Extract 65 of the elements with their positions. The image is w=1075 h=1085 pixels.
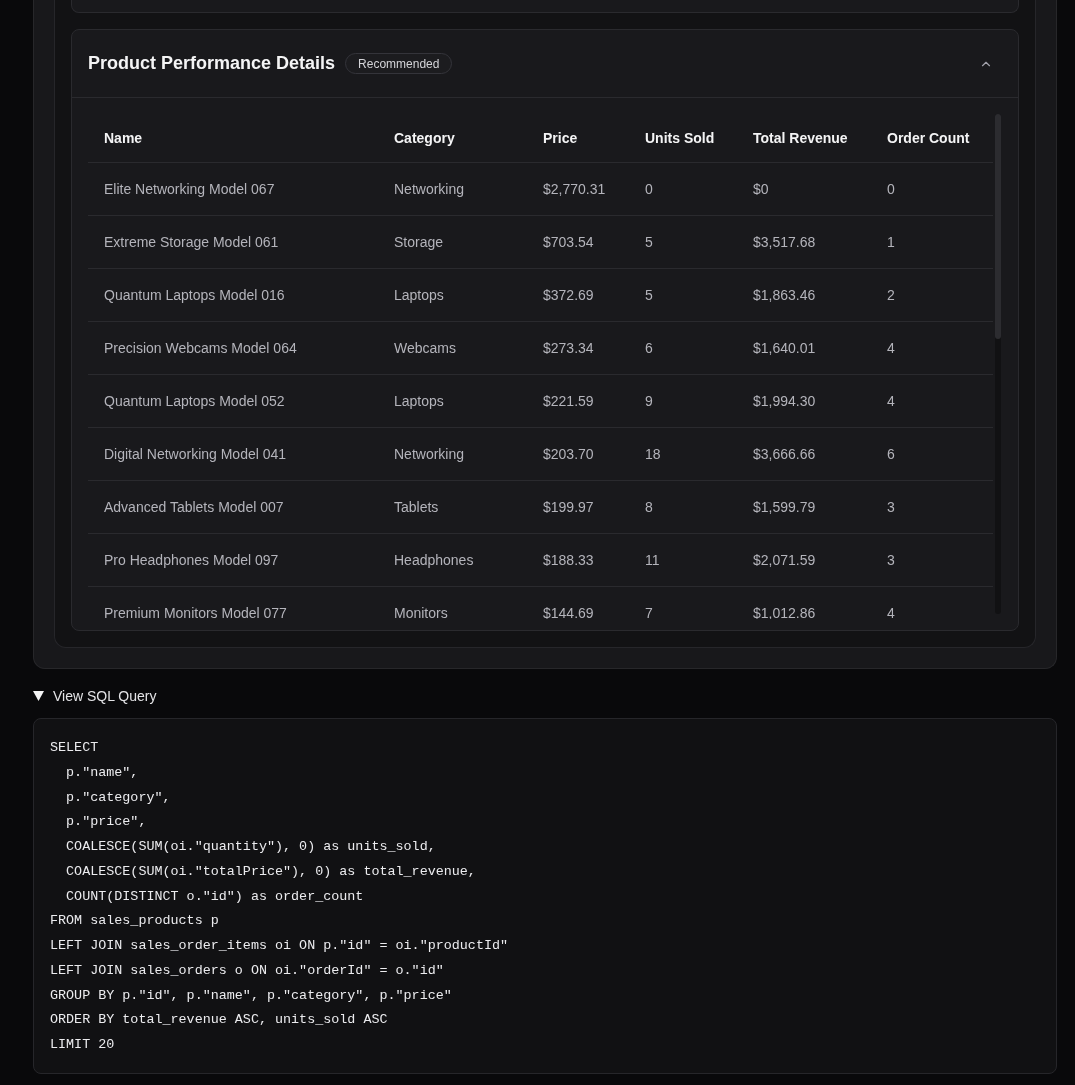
table-cell-text: 11 bbox=[644, 550, 661, 570]
table-cell-text: $188.33 bbox=[542, 550, 595, 570]
table-cell-text: 1 bbox=[886, 232, 896, 252]
table-cell-text: 6 bbox=[886, 444, 896, 464]
table-cell-text: 3 bbox=[886, 497, 896, 517]
table-cell-text: 6 bbox=[644, 338, 654, 358]
column-header: Price bbox=[542, 128, 579, 148]
table-cell-text: 0 bbox=[644, 179, 654, 199]
view-sql-query-toggle[interactable]: View SQL Query bbox=[33, 686, 157, 706]
table-cell-text: 0 bbox=[886, 179, 896, 199]
table-cell-text: 4 bbox=[886, 338, 896, 358]
table-cell-text: 9 bbox=[644, 391, 654, 411]
scrollbar-thumb[interactable] bbox=[995, 114, 1001, 339]
table-cell-text: Monitors bbox=[393, 603, 449, 619]
card-title: Product Performance Details bbox=[88, 52, 336, 75]
column-header: Category bbox=[393, 128, 456, 148]
table-cell-text: $144.69 bbox=[542, 603, 595, 619]
column-header: Order Count bbox=[886, 128, 971, 148]
table-cell-text: Quantum Laptops Model 052 bbox=[103, 391, 286, 411]
table-cell-text: $221.59 bbox=[542, 391, 595, 411]
table-cell-text: Laptops bbox=[393, 391, 445, 411]
table-cell-text: Extreme Storage Model 061 bbox=[103, 232, 280, 252]
table-cell-text: 3 bbox=[886, 550, 896, 570]
table-cell-text: Webcams bbox=[393, 338, 457, 358]
table-cell-text: Laptops bbox=[393, 285, 445, 305]
table-cell-text: Headphones bbox=[393, 550, 475, 570]
table-cell-text: $1,640.01 bbox=[752, 338, 817, 358]
table-cell-text: Tablets bbox=[393, 497, 440, 517]
column-header: Units Sold bbox=[644, 128, 716, 148]
table-cell-text: Advanced Tablets Model 007 bbox=[103, 497, 285, 517]
table-cell-text: Pro Headphones Model 097 bbox=[103, 550, 280, 570]
column-header: Name bbox=[103, 128, 144, 148]
table-cell-text: $1,863.46 bbox=[752, 285, 817, 305]
table-cell-text: 4 bbox=[886, 603, 896, 619]
table-cell-text: $203.70 bbox=[542, 444, 595, 464]
table-cell-text: 4 bbox=[886, 391, 896, 411]
table-cell-text: $2,770.31 bbox=[542, 179, 607, 199]
table-cell-text: $1,994.30 bbox=[752, 391, 817, 411]
table-cell-text: $199.97 bbox=[542, 497, 595, 517]
table-cell-text: Precision Webcams Model 064 bbox=[103, 338, 298, 358]
table-cell-text: Elite Networking Model 067 bbox=[103, 179, 276, 199]
table-cell-text: 2 bbox=[886, 285, 896, 305]
sql-code-block: SELECT p."name", p."category", p."price", COALESCE(SUM(oi."quantity"), 0) as units_sold, COALESCE(SUM(oi."totalPrice"), 0) as total_revenue, COUNT(DISTINCT o."id") as order_count FROM sales_products p LEFT JOIN sales_order_items oi ON p."id" = oi."productId" LEFT JOIN sales_orders o ON oi."orderId" = o."id" GROUP BY p."id", p."name", p."category", p."price" ORDER BY total_revenue ASC, units_sold ASC LIMIT 20 bbox=[33, 718, 1057, 1074]
table-cell-text: $1,599.79 bbox=[752, 497, 817, 517]
table-cell-text: $1,012.86 bbox=[752, 603, 817, 619]
table-cell-text: 8 bbox=[644, 497, 654, 517]
table-cell-text: $3,666.66 bbox=[752, 444, 817, 464]
table-cell-text: $372.69 bbox=[542, 285, 595, 305]
table-cell-text: Quantum Laptops Model 016 bbox=[103, 285, 286, 305]
table-cell-text: $0 bbox=[752, 179, 770, 199]
table-cell-text: Premium Monitors Model 077 bbox=[103, 603, 288, 619]
table-cell-text: Storage bbox=[393, 232, 445, 252]
table-cell-text: Networking bbox=[393, 179, 466, 199]
table-cell-text: 5 bbox=[644, 232, 654, 252]
column-header: Total Revenue bbox=[752, 128, 849, 148]
table-cell-text: $273.34 bbox=[542, 338, 595, 358]
table-cell-text: $3,517.68 bbox=[752, 232, 817, 252]
table-cell-text: 5 bbox=[644, 285, 654, 305]
table-cell-text: $2,071.59 bbox=[752, 550, 817, 570]
recommended-badge: Recommended bbox=[345, 53, 453, 74]
table-cell-text: Networking bbox=[393, 444, 466, 464]
table-cell-text: Digital Networking Model 041 bbox=[103, 444, 288, 464]
table-cell-text: 18 bbox=[644, 444, 662, 464]
table-cell-text: 7 bbox=[644, 603, 654, 619]
table-cell-text: $703.54 bbox=[542, 232, 595, 252]
